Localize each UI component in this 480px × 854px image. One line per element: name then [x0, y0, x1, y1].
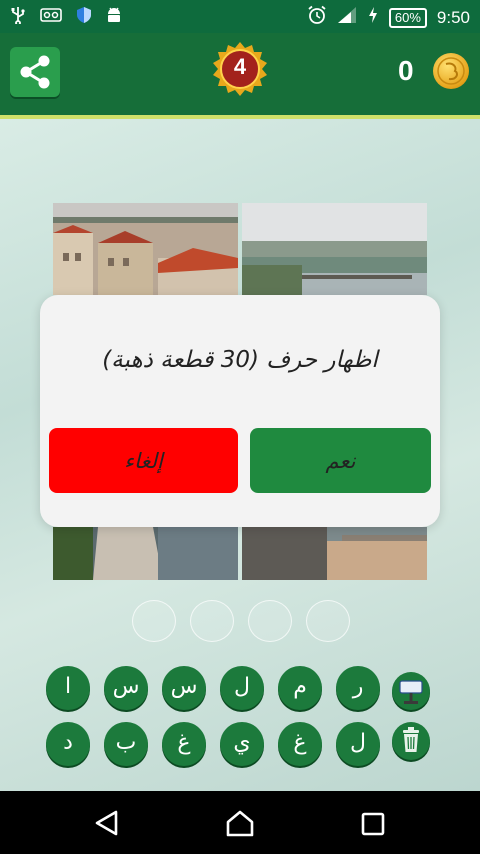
share-button[interactable] [10, 47, 60, 97]
level-number: 4 [233, 54, 247, 79]
reveal-letter-dialog: اظهار حرف (30 قطعة ذهبة) إلغاء نعم [40, 295, 440, 527]
photo-bottom-left-bridge-crowd [53, 527, 238, 580]
usb-icon [10, 6, 26, 30]
coin-count: 0 [398, 55, 414, 86]
answer-slot[interactable] [190, 600, 234, 642]
home-icon[interactable] [225, 809, 255, 837]
hint-help-button[interactable] [392, 672, 430, 710]
dialog-message: اظهار حرف (30 قطعة ذهبة) [102, 347, 378, 373]
letter-key[interactable]: ل [336, 722, 380, 766]
back-icon[interactable] [92, 809, 122, 837]
yes-button[interactable]: نعم [250, 428, 431, 493]
battery-percent: 60% [394, 9, 421, 25]
letter-key[interactable]: غ [162, 722, 206, 766]
status-bar: 60% 9:50 [0, 0, 480, 33]
letter-key[interactable]: ب [104, 722, 148, 766]
trash-icon [403, 727, 419, 752]
android-icon [106, 6, 122, 30]
remove-letters-button[interactable] [392, 722, 430, 760]
letter-key[interactable]: ي [220, 722, 264, 766]
letter-key[interactable]: غ [278, 722, 322, 766]
battery-icon: 60% [388, 7, 427, 28]
letter-key[interactable]: د [46, 722, 90, 766]
recents-icon[interactable] [360, 811, 386, 837]
navigation-bar [0, 791, 480, 854]
game-top-bar: 4 0 [0, 33, 480, 119]
signal-icon [337, 6, 357, 29]
share-icon [20, 55, 50, 89]
answer-slot[interactable] [248, 600, 292, 642]
letter-key[interactable]: ر [336, 666, 380, 710]
voicemail-icon [40, 7, 62, 29]
letter-key[interactable]: ا [46, 666, 90, 710]
letter-key[interactable]: س [104, 666, 148, 710]
clock-time: 9:50 [436, 7, 470, 27]
shield-icon [76, 6, 92, 30]
cancel-button[interactable]: إلغاء [49, 428, 238, 493]
letter-key[interactable]: ل [220, 666, 264, 710]
letter-key[interactable]: م [278, 666, 322, 710]
hint-help-icon [399, 680, 423, 704]
answer-slot[interactable] [306, 600, 350, 642]
gold-coin-icon[interactable] [433, 53, 469, 89]
answer-slot[interactable] [132, 600, 176, 642]
photo-top-right-river-bridges [242, 203, 427, 295]
alarm-icon [307, 5, 327, 30]
letter-key[interactable]: س [162, 666, 206, 710]
charging-icon [367, 6, 379, 29]
photo-bottom-right-river-embankment [242, 527, 427, 580]
level-badge: 4 [212, 41, 268, 97]
photo-top-left-city-rooftops [53, 203, 238, 295]
